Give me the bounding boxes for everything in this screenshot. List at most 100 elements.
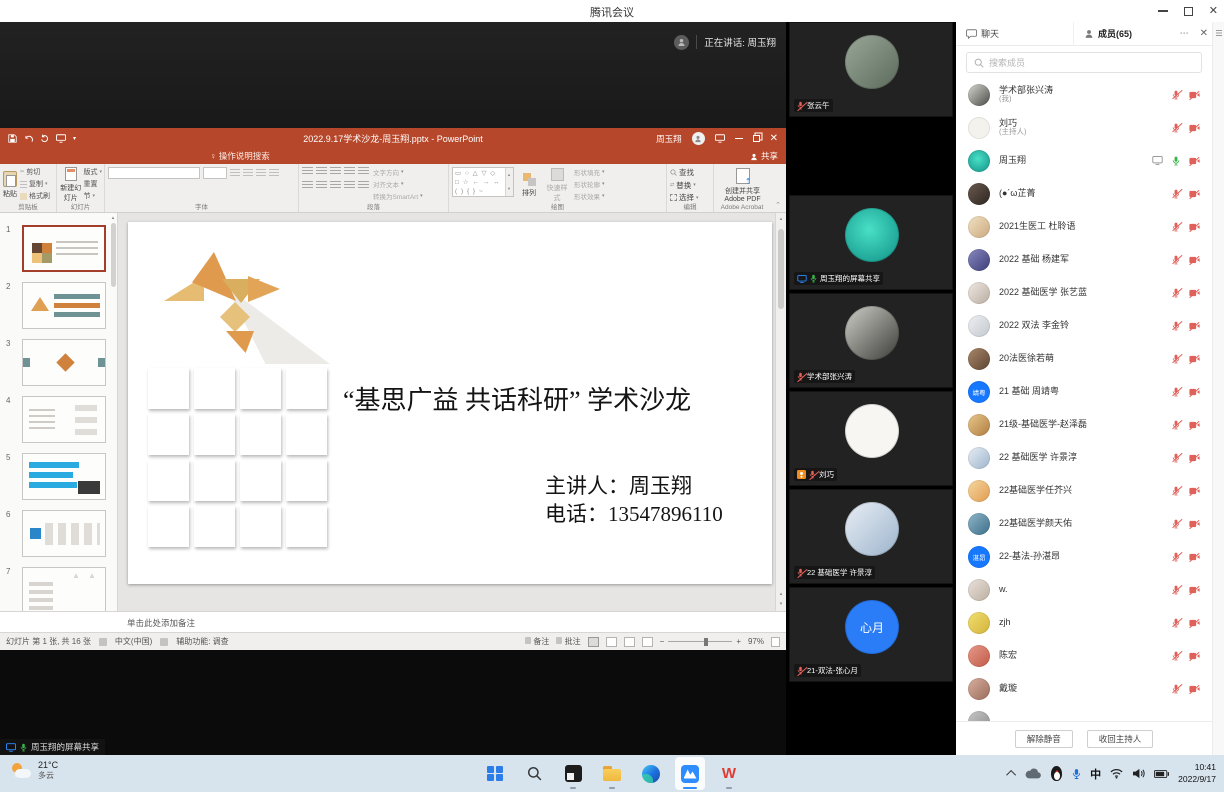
new-slide-button[interactable]: 新建幻灯片	[60, 167, 81, 203]
reclaim-host-button[interactable]: 收回主持人	[1087, 730, 1154, 748]
tab-members[interactable]: 成员(65)	[1074, 22, 1142, 45]
camera-off-icon[interactable]	[1189, 619, 1200, 627]
canvas-scrollbar[interactable]: ▴ ▴▾	[775, 213, 786, 611]
camera-off-icon[interactable]	[1189, 256, 1200, 264]
video-tile[interactable]: 学术部张兴涛	[789, 293, 953, 388]
mic-muted-icon[interactable]	[1172, 618, 1180, 628]
ribbon-tab[interactable]	[30, 149, 44, 164]
slide-thumbnail[interactable]: 3	[0, 339, 117, 386]
layout-button[interactable]: 版式▾	[83, 167, 102, 177]
slide[interactable]: “基思广益 共话科研” 学术沙龙 主讲人：周玉翔 电话：13547896110	[128, 222, 772, 584]
account-avatar[interactable]	[692, 132, 705, 145]
ribbon-tab[interactable]	[86, 149, 100, 164]
share-button[interactable]: 共享	[750, 149, 778, 164]
hidden-icons-chevron[interactable]	[1006, 770, 1016, 780]
ribbon-tab[interactable]	[156, 149, 170, 164]
slideshow-view-icon[interactable]	[642, 637, 653, 647]
member-row[interactable]: 22基础医学颜天佑	[956, 507, 1212, 540]
qq-icon[interactable]	[1050, 766, 1063, 781]
search-input[interactable]	[989, 58, 1194, 68]
ribbon-tab[interactable]	[128, 149, 142, 164]
quick-styles-button[interactable]: 快速样式	[544, 167, 570, 203]
camera-off-icon[interactable]	[1189, 190, 1200, 198]
battery-icon[interactable]	[1154, 770, 1169, 778]
mic-muted-icon[interactable]	[1172, 189, 1180, 199]
slide-thumbnail[interactable]: 5	[0, 453, 117, 500]
ribbon-tab[interactable]	[100, 149, 114, 164]
indent-increase-icon[interactable]	[344, 167, 355, 176]
panel-edge-handle[interactable]	[1212, 22, 1224, 755]
mic-muted-icon[interactable]	[1172, 684, 1180, 694]
align-text-button[interactable]: 对齐文本▾	[373, 179, 423, 189]
close-icon[interactable]: ✕	[1209, 6, 1218, 17]
clear-format-icon[interactable]	[269, 169, 279, 178]
camera-off-icon[interactable]	[1189, 289, 1200, 297]
camera-off-icon[interactable]	[1189, 586, 1200, 594]
member-row[interactable]: 戴璇	[956, 672, 1212, 705]
align-center-icon[interactable]	[316, 181, 327, 190]
grow-font-icon[interactable]	[230, 169, 240, 178]
zoom-slider[interactable]: − +	[660, 637, 741, 646]
member-row[interactable]	[956, 705, 1212, 721]
member-row[interactable]: 22 基础医学 许景淳	[956, 441, 1212, 474]
paste-button[interactable]: 粘贴	[3, 167, 17, 203]
mic-muted-icon[interactable]	[1172, 255, 1180, 265]
indent-decrease-icon[interactable]	[330, 167, 341, 176]
account-name[interactable]: 周玉翔	[656, 133, 682, 145]
ribbon-tab[interactable]	[58, 149, 72, 164]
member-row[interactable]: 2022 双法 李金铃	[956, 309, 1212, 342]
mic-muted-icon[interactable]	[1172, 222, 1180, 232]
create-pdf-button[interactable]: 创建并共享Adobe PDF	[717, 167, 768, 203]
reset-button[interactable]: 重置	[83, 179, 102, 189]
reading-view-icon[interactable]	[624, 637, 635, 647]
undo-icon[interactable]	[24, 135, 33, 143]
shape-outline-button[interactable]: 形状轮廓▾	[574, 179, 605, 189]
columns-icon[interactable]	[358, 181, 369, 190]
slide-sorter-view-icon[interactable]	[606, 637, 617, 647]
smartart-button[interactable]: 转换为SmartArt▾	[373, 191, 423, 201]
volume-icon[interactable]	[1132, 768, 1145, 779]
shrink-font-icon[interactable]	[243, 169, 253, 178]
close-panel-icon[interactable]: ✕	[1200, 28, 1208, 39]
normal-view-icon[interactable]	[588, 637, 599, 647]
tray-mic-icon[interactable]	[1072, 768, 1081, 780]
member-row[interactable]: 陈宏	[956, 639, 1212, 672]
ribbon-tab[interactable]	[114, 149, 128, 164]
ribbon-tab[interactable]	[16, 149, 30, 164]
ppt-minimize-icon[interactable]	[735, 138, 743, 139]
ribbon-tab[interactable]	[44, 149, 58, 164]
ppt-restore-icon[interactable]	[753, 135, 760, 142]
member-row[interactable]: 靖粤 21 基础 周靖粤	[956, 375, 1212, 408]
more-options-icon[interactable]: ⋯	[1180, 28, 1190, 39]
camera-off-icon[interactable]	[1189, 685, 1200, 693]
taskbar-tencent-meeting[interactable]	[675, 757, 705, 790]
minimize-icon[interactable]	[1158, 10, 1168, 11]
bullets-icon[interactable]	[302, 167, 313, 176]
camera-off-icon[interactable]	[1189, 91, 1200, 99]
camera-off-icon[interactable]	[1189, 652, 1200, 660]
save-icon[interactable]	[8, 134, 17, 143]
ribbon-tab[interactable]	[2, 149, 16, 164]
onedrive-icon[interactable]	[1025, 768, 1041, 779]
camera-off-icon[interactable]	[1189, 124, 1200, 132]
camera-off-icon[interactable]	[1189, 388, 1200, 396]
unmute-button[interactable]: 解除静音	[1015, 730, 1073, 748]
shapes-gallery[interactable]: ▭ ○ △ ▽ ◇ □ ☆ ← → ↔ ( ) { } ~	[452, 167, 514, 197]
video-tile[interactable]: 心月 21-双法-张心月	[789, 587, 953, 682]
shape-effects-button[interactable]: 形状效果▾	[574, 191, 605, 201]
taskbar-search[interactable]	[519, 757, 549, 790]
camera-off-icon[interactable]	[1189, 421, 1200, 429]
tell-me-search[interactable]: ♀ 操作说明搜索	[210, 149, 270, 164]
maximize-icon[interactable]	[1184, 7, 1193, 16]
mic-muted-icon[interactable]	[1172, 123, 1180, 133]
taskbar-app-dark[interactable]	[558, 757, 588, 790]
camera-off-icon[interactable]	[1189, 553, 1200, 561]
member-row[interactable]: 学术部张兴涛 (我)	[956, 78, 1212, 111]
slide-thumbnail[interactable]: 1	[0, 225, 117, 272]
member-row[interactable]: 21级-基础医学-赵泽磊	[956, 408, 1212, 441]
member-row[interactable]: w.	[956, 573, 1212, 606]
ribbon-tab[interactable]	[184, 149, 198, 164]
fit-slide-icon[interactable]	[771, 637, 780, 647]
camera-off-icon[interactable]	[1189, 157, 1200, 165]
start-button[interactable]	[480, 757, 510, 790]
